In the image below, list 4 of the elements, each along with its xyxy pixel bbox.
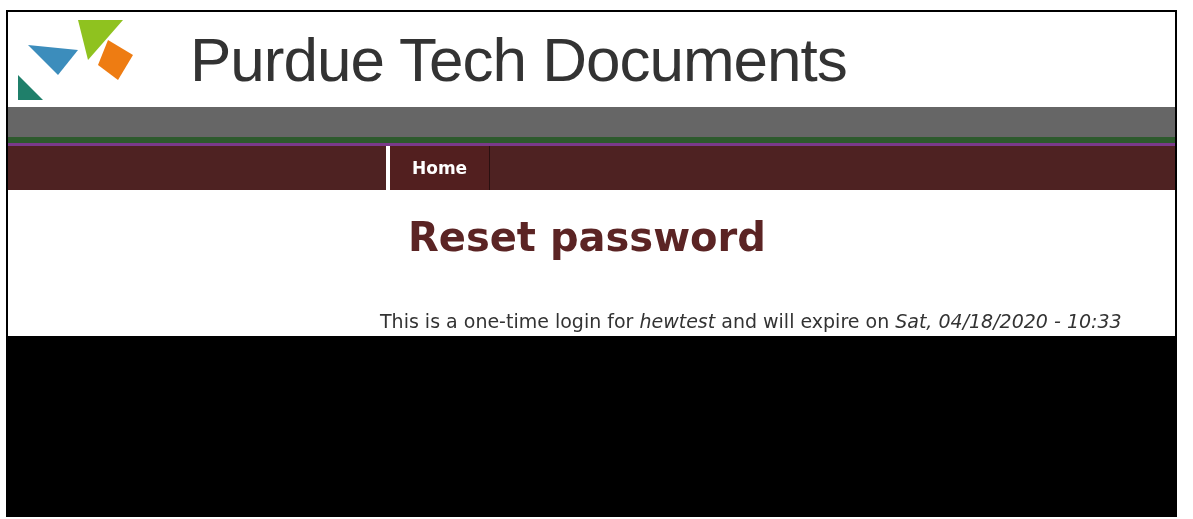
page-title: Reset password: [408, 213, 767, 262]
site-title: Purdue Tech Documents: [190, 24, 847, 95]
login-message: This is a one-time login for hewtest and will expire on Sat, 04/18/2020 - 10:33: [380, 309, 1123, 334]
nav-tab[interactable]: Home: [386, 146, 491, 190]
